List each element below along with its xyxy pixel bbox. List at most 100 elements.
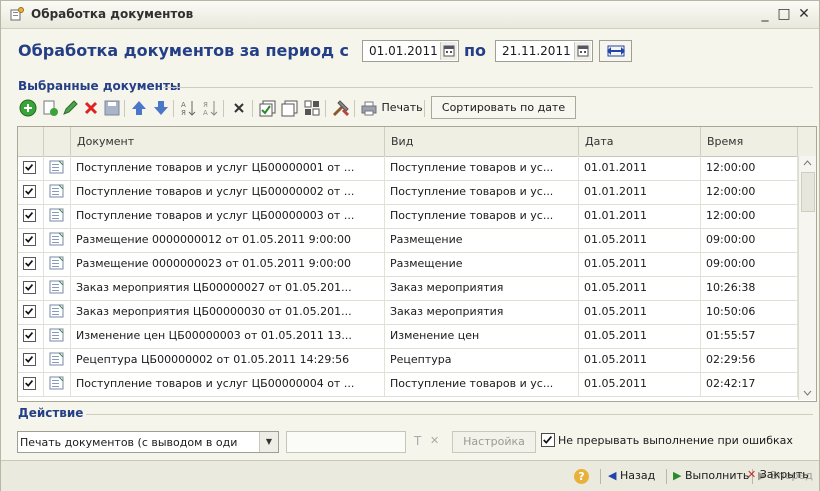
- cell-time: 12:00:00: [701, 204, 798, 228]
- cell-date: 01.05.2011: [579, 348, 701, 372]
- table-row[interactable]: Поступление товаров и услуг ЦБ00000001 о…: [18, 156, 798, 181]
- cell-document: Поступление товаров и услуг ЦБ00000003 о…: [71, 204, 385, 228]
- date-to-field[interactable]: 21.11.2011: [495, 40, 593, 62]
- row-checkbox[interactable]: [23, 353, 36, 366]
- row-checkbox[interactable]: [23, 305, 36, 318]
- check-all-icon[interactable]: [258, 98, 278, 118]
- row-checkbox[interactable]: [23, 233, 36, 246]
- col-check-header[interactable]: [18, 127, 44, 156]
- maximize-button[interactable]: □: [775, 5, 793, 23]
- cell-kind: Изменение цен: [385, 324, 579, 348]
- minimize-button[interactable]: _: [756, 5, 774, 23]
- footer-bar: ? ◀ Назад ▶ Выполнить ▶ Вперед: [1, 460, 819, 491]
- uncheck-all-icon[interactable]: [280, 98, 300, 118]
- help-button[interactable]: ?: [574, 469, 589, 484]
- save-icon[interactable]: [102, 98, 122, 118]
- sort-ascending-icon[interactable]: AЯ: [178, 98, 198, 118]
- close-button[interactable]: ✕ Закрыть: [747, 468, 809, 481]
- svg-text:A: A: [203, 109, 208, 117]
- date-from-field[interactable]: 01.01.2011: [362, 40, 459, 62]
- action-title: Действие: [18, 406, 84, 420]
- print-button[interactable]: Печать: [360, 98, 423, 118]
- cell-date: 01.05.2011: [579, 324, 701, 348]
- calendar-to-icon[interactable]: [574, 42, 591, 60]
- document-icon: [49, 280, 64, 294]
- col-time-header[interactable]: Время: [701, 127, 798, 156]
- row-checkbox[interactable]: [23, 377, 36, 390]
- cell-icon: [44, 180, 71, 204]
- cell-check: [18, 300, 44, 324]
- table-row[interactable]: Изменение цен ЦБ00000003 от 01.05.2011 1…: [18, 324, 798, 349]
- clear-field-icon[interactable]: ✕: [430, 434, 439, 447]
- cell-kind: Размещение: [385, 252, 579, 276]
- document-icon: [49, 352, 64, 366]
- cell-icon: [44, 372, 71, 396]
- col-icon-header[interactable]: [44, 127, 71, 156]
- toolbar-separator: [124, 100, 125, 117]
- period-to-label: по: [464, 41, 487, 60]
- cell-icon: [44, 348, 71, 372]
- document-icon: [49, 160, 64, 174]
- invert-selection-icon[interactable]: [302, 98, 322, 118]
- copy-add-icon[interactable]: [40, 98, 60, 118]
- toolbar-separator: [424, 100, 425, 117]
- scroll-thumb[interactable]: [801, 172, 815, 212]
- period-arrows-icon: [606, 45, 625, 57]
- table-row[interactable]: Поступление товаров и услуг ЦБ00000002 о…: [18, 180, 798, 205]
- back-button[interactable]: ◀ Назад: [608, 469, 655, 482]
- processing-window: Обработка документов _ □ ✕ Обработка док…: [0, 0, 820, 491]
- cell-date: 01.01.2011: [579, 204, 701, 228]
- cell-check: [18, 156, 44, 180]
- table-row[interactable]: Заказ мероприятия ЦБ00000027 от 01.05.20…: [18, 276, 798, 301]
- select-period-button[interactable]: [599, 40, 632, 62]
- row-checkbox[interactable]: [23, 185, 36, 198]
- add-icon[interactable]: [18, 98, 38, 118]
- edit-pencil-icon[interactable]: [60, 98, 80, 118]
- table-row[interactable]: Рецептура ЦБ00000002 от 01.05.2011 14:29…: [18, 348, 798, 373]
- move-up-icon[interactable]: [129, 98, 149, 118]
- document-icon: [49, 208, 64, 222]
- cell-document: Поступление товаров и услуг ЦБ00000002 о…: [71, 180, 385, 204]
- dropdown-arrow-icon[interactable]: ▼: [259, 432, 278, 452]
- run-button[interactable]: ▶ Выполнить: [673, 469, 749, 482]
- calendar-from-icon[interactable]: [440, 42, 457, 60]
- continue-on-error-label: Не прерывать выполнение при ошибках: [558, 434, 793, 447]
- cell-date: 01.01.2011: [579, 180, 701, 204]
- delete-icon[interactable]: [81, 98, 101, 118]
- col-document-header[interactable]: Документ: [71, 127, 385, 156]
- action-select[interactable]: Печать документов (с выводом в оди ▼: [17, 431, 279, 453]
- table-row[interactable]: Размещение 0000000012 от 01.05.2011 9:00…: [18, 228, 798, 253]
- footer-separator: [600, 469, 601, 484]
- text-type-icon[interactable]: T: [414, 434, 421, 448]
- row-checkbox[interactable]: [23, 257, 36, 270]
- sort-by-date-button[interactable]: Сортировать по дате: [431, 96, 576, 119]
- col-kind-header[interactable]: Вид: [385, 127, 579, 156]
- date-to-value: 21.11.2011: [502, 44, 571, 58]
- close-window-button[interactable]: ✕: [795, 5, 813, 23]
- continue-on-error-checkbox[interactable]: [541, 433, 555, 447]
- move-down-icon[interactable]: [151, 98, 171, 118]
- sort-descending-icon[interactable]: ЯA: [200, 98, 220, 118]
- clear-list-icon[interactable]: [229, 98, 249, 118]
- row-checkbox[interactable]: [23, 281, 36, 294]
- row-checkbox[interactable]: [23, 161, 36, 174]
- help-icon: ?: [574, 469, 589, 484]
- toolbar-separator: [223, 100, 224, 117]
- action-parameter-field[interactable]: [286, 431, 406, 453]
- cell-check: [18, 228, 44, 252]
- cell-document: Заказ мероприятия ЦБ00000027 от 01.05.20…: [71, 276, 385, 300]
- table-row[interactable]: Заказ мероприятия ЦБ00000030 от 01.05.20…: [18, 300, 798, 325]
- scroll-up-icon[interactable]: [799, 156, 816, 170]
- row-checkbox[interactable]: [23, 329, 36, 342]
- row-checkbox[interactable]: [23, 209, 36, 222]
- tools-icon[interactable]: [331, 98, 351, 118]
- vertical-scrollbar[interactable]: [798, 156, 816, 400]
- run-label: Выполнить: [684, 469, 750, 482]
- col-date-header[interactable]: Дата: [579, 127, 701, 156]
- table-row[interactable]: Поступление товаров и услуг ЦБ00000004 о…: [18, 372, 798, 397]
- scroll-down-icon[interactable]: [799, 386, 816, 400]
- table-row[interactable]: Размещение 0000000023 от 01.05.2011 9:00…: [18, 252, 798, 277]
- toolbar-separator: [354, 100, 355, 117]
- table-row[interactable]: Поступление товаров и услуг ЦБ00000003 о…: [18, 204, 798, 229]
- settings-button[interactable]: Настройка: [452, 431, 536, 453]
